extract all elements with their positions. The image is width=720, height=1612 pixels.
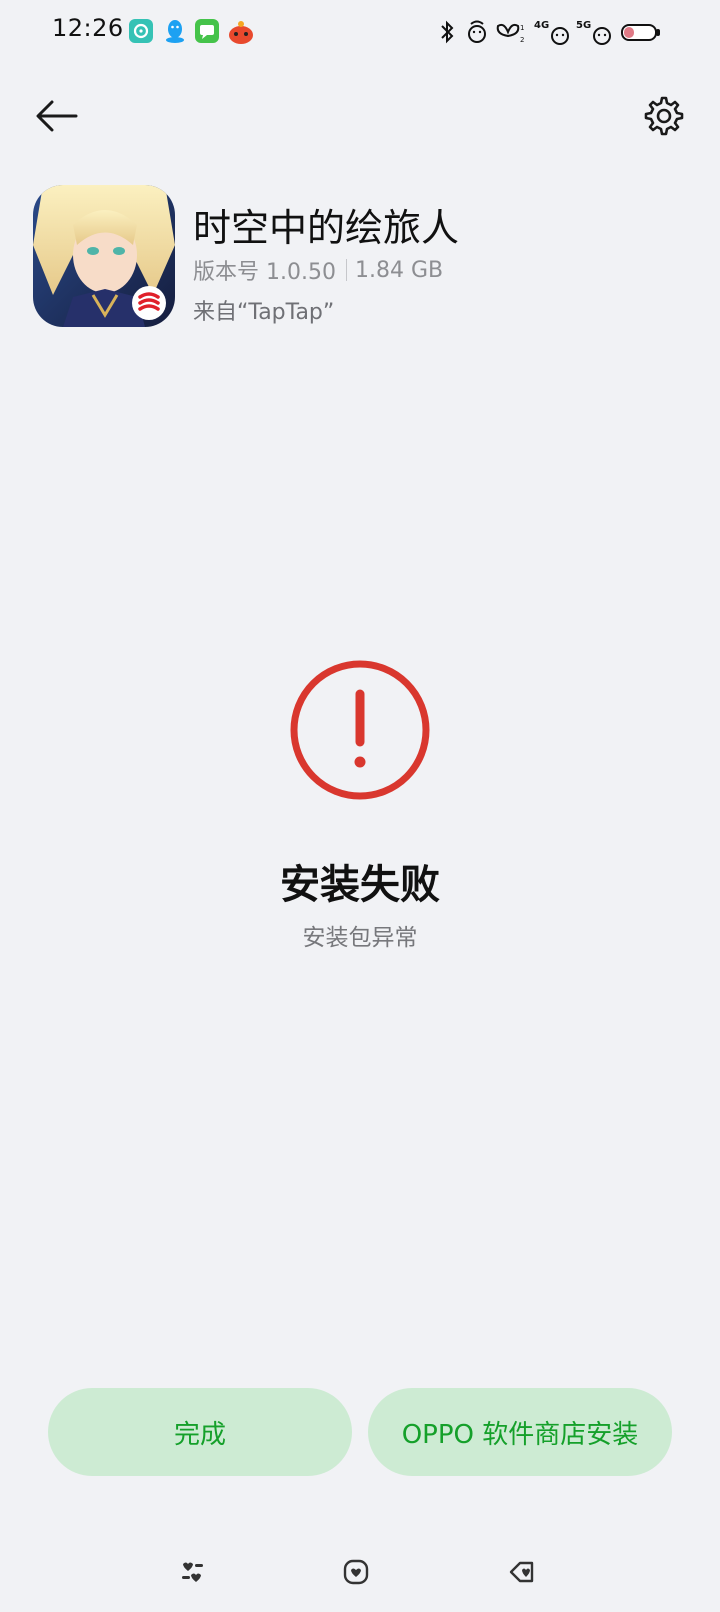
app-meta: 版本号 1.0.50 1.84 GB: [193, 254, 443, 286]
chat-app-notification-icon: [129, 19, 153, 43]
home-nav-button[interactable]: [336, 1552, 376, 1592]
settings-button[interactable]: [636, 88, 692, 144]
oppo-store-install-button[interactable]: OPPO 软件商店安装: [368, 1388, 672, 1476]
back-button[interactable]: [28, 92, 84, 140]
svg-text:4G: 4G: [534, 20, 549, 31]
result-subtitle: 安装包异常: [302, 925, 418, 951]
meta-divider: [345, 259, 347, 281]
recents-icon: [182, 1562, 203, 1582]
hd-signal-icon: 12: [494, 18, 530, 46]
signal-4g-icon: 4G: [534, 18, 572, 46]
recent-apps-nav-button[interactable]: [172, 1552, 212, 1592]
app-icon: [33, 185, 175, 327]
battery-icon: [618, 18, 662, 46]
svg-text:2: 2: [520, 36, 524, 44]
result-title: 安装失败: [280, 862, 440, 908]
wifi-icon: [464, 18, 490, 46]
app-source: 来自“TapTap”: [193, 300, 335, 325]
done-button[interactable]: 完成: [48, 1388, 352, 1476]
game-app-notification-icon: [227, 18, 255, 46]
app-name: 时空中的绘旅人: [193, 206, 460, 250]
message-notification-icon: [195, 19, 219, 43]
home-heart-icon: [343, 1559, 369, 1585]
app-version: 版本号 1.0.50: [193, 260, 336, 285]
svg-text:5G: 5G: [576, 20, 591, 31]
back-heart-icon: [509, 1561, 534, 1583]
gear-icon: [644, 96, 684, 136]
qq-notification-icon: [163, 18, 187, 44]
svg-text:1: 1: [520, 24, 524, 32]
app-size: 1.84 GB: [354, 257, 444, 283]
back-arrow-icon: [36, 100, 78, 132]
signal-5g-icon: 5G: [576, 18, 614, 46]
back-nav-button[interactable]: [502, 1552, 542, 1592]
exclamation-circle-icon: [288, 658, 432, 802]
status-time: 12:26: [52, 14, 124, 42]
bluetooth-icon: [436, 18, 460, 46]
